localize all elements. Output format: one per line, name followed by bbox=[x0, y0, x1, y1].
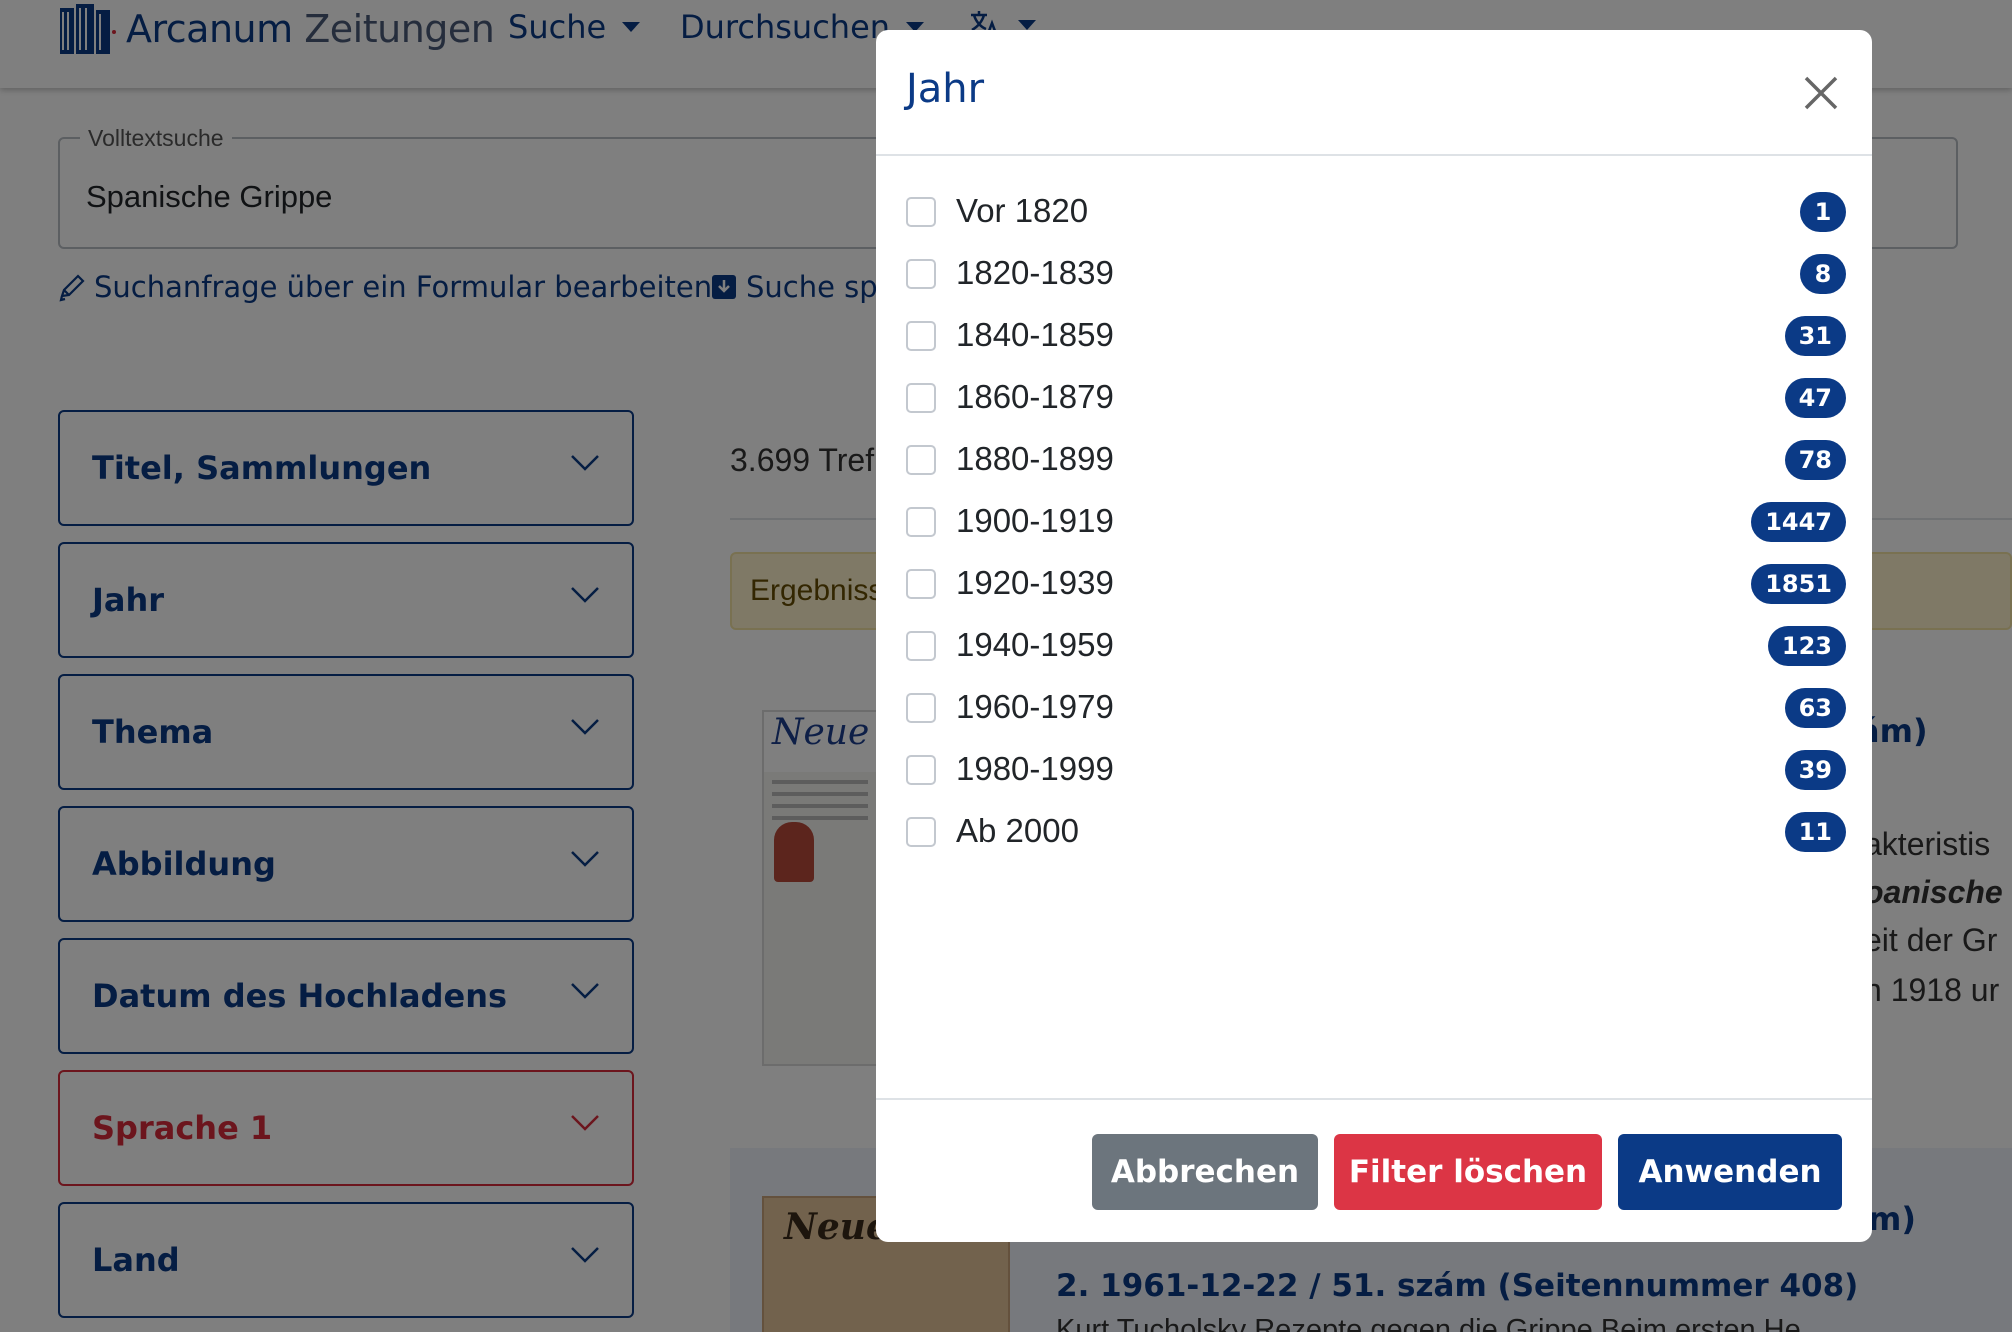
count-badge: 123 bbox=[1767, 626, 1846, 666]
count-badge: 1851 bbox=[1751, 564, 1846, 604]
count-badge: 1447 bbox=[1751, 502, 1846, 542]
modal-footer: Abbrechen Filter löschen Anwenden bbox=[876, 1098, 1872, 1242]
close-icon[interactable] bbox=[1798, 70, 1844, 116]
option-checkbox[interactable] bbox=[906, 569, 936, 599]
option-label: 1980-1999 bbox=[956, 750, 1114, 787]
modal-title: Jahr bbox=[906, 66, 985, 112]
year-option[interactable]: 1840-1859 31 bbox=[906, 306, 1846, 366]
cancel-button[interactable]: Abbrechen bbox=[1092, 1134, 1318, 1210]
option-label: 1840-1859 bbox=[956, 316, 1114, 353]
option-label: Ab 2000 bbox=[956, 812, 1079, 849]
option-checkbox[interactable] bbox=[906, 755, 936, 785]
count-badge: 31 bbox=[1784, 316, 1846, 356]
year-option[interactable]: 1900-1919 1447 bbox=[906, 492, 1846, 552]
option-checkbox[interactable] bbox=[906, 197, 936, 227]
year-filter-modal: Jahr Vor 1820 1 1820-1839 8 1840-1859 31… bbox=[876, 30, 1872, 1242]
modal-header: Jahr bbox=[876, 30, 1872, 156]
option-checkbox[interactable] bbox=[906, 507, 936, 537]
option-checkbox[interactable] bbox=[906, 631, 936, 661]
count-badge: 63 bbox=[1784, 688, 1846, 728]
option-label: 1960-1979 bbox=[956, 688, 1114, 725]
option-label: Vor 1820 bbox=[956, 192, 1089, 229]
option-label: 1900-1919 bbox=[956, 502, 1114, 539]
clear-filter-button[interactable]: Filter löschen bbox=[1334, 1134, 1602, 1210]
count-badge: 11 bbox=[1784, 812, 1846, 852]
year-option[interactable]: 1820-1839 8 bbox=[906, 244, 1846, 304]
year-option[interactable]: 1940-1959 123 bbox=[906, 616, 1846, 676]
count-badge: 1 bbox=[1800, 192, 1846, 232]
apply-button[interactable]: Anwenden bbox=[1618, 1134, 1842, 1210]
year-option[interactable]: 1860-1879 47 bbox=[906, 368, 1846, 428]
option-checkbox[interactable] bbox=[906, 693, 936, 723]
option-checkbox[interactable] bbox=[906, 383, 936, 413]
option-label: 1880-1899 bbox=[956, 440, 1114, 477]
option-label: 1940-1959 bbox=[956, 626, 1114, 663]
year-option[interactable]: Ab 2000 11 bbox=[906, 802, 1846, 862]
option-label: 1920-1939 bbox=[956, 564, 1114, 601]
year-option[interactable]: 1960-1979 63 bbox=[906, 678, 1846, 738]
option-checkbox[interactable] bbox=[906, 817, 936, 847]
year-option[interactable]: 1880-1899 78 bbox=[906, 430, 1846, 490]
option-checkbox[interactable] bbox=[906, 445, 936, 475]
year-option[interactable]: 1920-1939 1851 bbox=[906, 554, 1846, 614]
year-option[interactable]: Vor 1820 1 bbox=[906, 182, 1846, 242]
option-checkbox[interactable] bbox=[906, 259, 936, 289]
option-label: 1860-1879 bbox=[956, 378, 1114, 415]
count-badge: 78 bbox=[1784, 440, 1846, 480]
count-badge: 8 bbox=[1800, 254, 1846, 294]
option-checkbox[interactable] bbox=[906, 321, 936, 351]
count-badge: 39 bbox=[1784, 750, 1846, 790]
option-label: 1820-1839 bbox=[956, 254, 1114, 291]
count-badge: 47 bbox=[1784, 378, 1846, 418]
year-option[interactable]: 1980-1999 39 bbox=[906, 740, 1846, 800]
